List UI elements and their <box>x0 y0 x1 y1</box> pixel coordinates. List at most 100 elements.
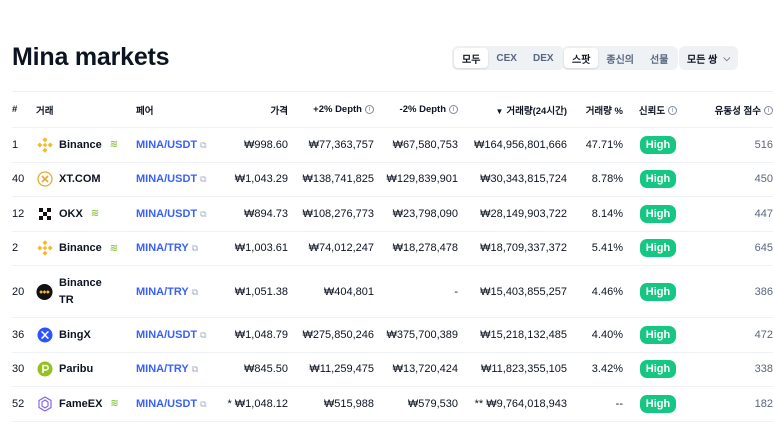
external-link-icon[interactable]: ⧉ <box>192 243 198 253</box>
info-icon[interactable]: i <box>365 104 374 114</box>
pair-cell[interactable]: MINA/USDT ⧉ <box>136 162 218 197</box>
exchange-name[interactable]: Binance <box>59 242 102 254</box>
liquidity-cell: 447 <box>693 196 773 232</box>
verified-shield-icon: ≋ <box>109 242 119 254</box>
exchange-cell[interactable]: Binance TR <box>36 265 136 318</box>
depth-plus-cell: ₩11,259,475 <box>288 352 374 387</box>
pair-link[interactable]: MINA/USDT <box>136 398 197 410</box>
depth-minus-cell: ₩18,278,478 <box>374 231 458 266</box>
table-row-1[interactable]: 40 XT.COM MINA/USDT ⧉ ₩1,043.29 ₩138,741,… <box>12 162 773 197</box>
pair-link[interactable]: MINA/USDT <box>136 173 197 185</box>
pair-link[interactable]: MINA/TRY <box>136 363 189 375</box>
pair-cell[interactable]: MINA/TRY ⧉ <box>136 352 218 387</box>
external-link-icon[interactable]: ⧉ <box>200 209 206 219</box>
exchange-cell[interactable]: FameEX ≋ <box>36 386 136 422</box>
header-price[interactable]: 가격 <box>218 91 288 128</box>
exchange-name[interactable]: Binance <box>59 139 102 151</box>
confidence-badge: High <box>639 239 677 258</box>
pair-cell[interactable]: MINA/USDT ⧉ <box>136 317 218 353</box>
table-row-4[interactable]: 20 Binance TR MINA/TRY ⧉ ₩1,051.38 ₩404,8… <box>12 265 773 318</box>
header-volume-pct[interactable]: 거래량 % <box>567 91 623 128</box>
table-row-7[interactable]: 52 FameEX ≋ MINA/USDT ⧉ * ₩1,048.12 ₩515,… <box>12 386 773 422</box>
pair-link[interactable]: MINA/USDT <box>136 139 197 151</box>
exchange-name[interactable]: FameEX <box>59 398 102 410</box>
price-cell: ₩998.60 <box>218 127 288 163</box>
pair-link[interactable]: MINA/USDT <box>136 329 197 341</box>
pair-cell[interactable]: MINA/TRY ⧉ <box>136 265 218 318</box>
external-link-icon[interactable]: ⧉ <box>200 174 206 184</box>
exchange-cell[interactable]: Binance ≋ <box>36 231 136 266</box>
table-row-2[interactable]: 12 OKX ≋ MINA/USDT ⧉ ₩894.73 ₩108,276,773… <box>12 196 773 232</box>
filter-spot[interactable]: 스팟 <box>564 48 599 68</box>
exchange-name[interactable]: BingX <box>59 329 91 341</box>
external-link-icon[interactable]: ⧉ <box>200 330 206 340</box>
confidence-badge: High <box>639 360 677 379</box>
header-depth-plus[interactable]: +2% Depth i <box>288 91 374 128</box>
header-depth-minus[interactable]: -2% Depth i <box>374 91 458 128</box>
filter-all[interactable]: 모두 <box>454 48 489 68</box>
volume-cell: ₩164,956,801,666 <box>458 127 567 163</box>
pair-cell[interactable]: MINA/TRY ⧉ <box>136 231 218 266</box>
okx-logo <box>36 205 53 222</box>
exchange-name[interactable]: OKX <box>59 208 83 220</box>
volume-pct-cell: 4.46% <box>567 265 623 318</box>
table-row-3[interactable]: 2 Binance ≋ MINA/TRY ⧉ ₩1,003.61 ₩74,012,… <box>12 231 773 266</box>
external-link-icon[interactable]: ⧉ <box>200 140 206 150</box>
binance-logo <box>36 240 53 257</box>
pair-link[interactable]: MINA/USDT <box>136 208 197 220</box>
pair-link[interactable]: MINA/TRY <box>136 286 189 298</box>
exchange-name[interactable]: Paribu <box>59 363 93 375</box>
header-confidence[interactable]: 신뢰도 i <box>623 91 693 128</box>
external-link-icon[interactable]: ⧉ <box>200 399 206 409</box>
header-liquidity[interactable]: 유동성 점수 i <box>693 91 773 128</box>
info-icon[interactable]: i <box>764 106 773 116</box>
filter-dex[interactable]: DEX <box>525 48 562 68</box>
filter-perpetual[interactable]: 종신의 <box>598 48 642 68</box>
price-cell: ₩1,048.79 <box>218 317 288 353</box>
depth-minus-cell: ₩23,798,090 <box>374 196 458 232</box>
pair-cell[interactable]: MINA/USDT ⧉ <box>136 386 218 422</box>
filter-cex[interactable]: CEX <box>488 48 525 68</box>
depth-minus-cell: ₩579,530 <box>374 386 458 422</box>
volume-cell: ** ₩9,764,018,943 <box>458 386 567 422</box>
filter-futures[interactable]: 선물 <box>642 48 676 68</box>
pair-dropdown[interactable]: 모든 쌍 ⌵ <box>679 46 739 70</box>
exchange-cell[interactable]: Binance ≋ <box>36 127 136 163</box>
table-row-5[interactable]: 36 BingX MINA/USDT ⧉ ₩1,048.79 ₩275,850,2… <box>12 317 773 353</box>
table-row-0[interactable]: 1 Binance ≋ MINA/USDT ⧉ ₩998.60 ₩77,363,7… <box>12 127 773 163</box>
info-icon[interactable]: i <box>668 106 678 116</box>
external-link-icon[interactable]: ⧉ <box>192 287 198 297</box>
exchange-cell[interactable]: BingX <box>36 317 136 353</box>
pair-dropdown-label: 모든 쌍 <box>687 54 718 66</box>
volume-pct-cell: -- <box>567 386 623 422</box>
pair-cell[interactable]: MINA/USDT ⧉ <box>136 196 218 232</box>
volume-cell: ₩15,218,132,485 <box>458 317 567 353</box>
depth-plus-cell: ₩74,012,247 <box>288 231 374 266</box>
header-depth-plus-label: +2% Depth <box>313 104 362 115</box>
rank-cell: 36 <box>12 317 36 353</box>
exchange-name[interactable]: XT.COM <box>59 173 101 185</box>
confidence-badge: High <box>639 282 677 301</box>
depth-plus-cell: ₩108,276,773 <box>288 196 374 232</box>
exchange-name[interactable]: Binance TR <box>59 275 103 309</box>
exchange-cell[interactable]: OKX ≋ <box>36 196 136 232</box>
depth-plus-cell: ₩515,988 <box>288 386 374 422</box>
confidence-cell: High <box>623 231 693 266</box>
depth-minus-cell: ₩67,580,753 <box>374 127 458 163</box>
external-link-icon[interactable]: ⧉ <box>192 364 198 374</box>
confidence-cell: High <box>623 162 693 197</box>
depth-plus-cell: ₩138,741,825 <box>288 162 374 197</box>
exchange-cell[interactable]: XT.COM <box>36 162 136 197</box>
volume-cell: ₩18,709,337,372 <box>458 231 567 266</box>
header-exchange[interactable]: 거래 <box>36 91 136 128</box>
header-volume[interactable]: ▼ 거래량(24시간) <box>458 91 567 128</box>
table-row-6[interactable]: 30 Paribu MINA/TRY ⧉ ₩845.50 ₩11,259,475 … <box>12 352 773 387</box>
info-icon[interactable]: i <box>449 104 458 114</box>
sort-desc-icon: ▼ <box>495 106 504 116</box>
pair-cell[interactable]: MINA/USDT ⧉ <box>136 127 218 163</box>
confidence-cell: High <box>623 317 693 353</box>
volume-pct-cell: 5.41% <box>567 231 623 266</box>
paribu-logo <box>36 361 53 378</box>
pair-link[interactable]: MINA/TRY <box>136 242 189 254</box>
exchange-cell[interactable]: Paribu <box>36 352 136 387</box>
